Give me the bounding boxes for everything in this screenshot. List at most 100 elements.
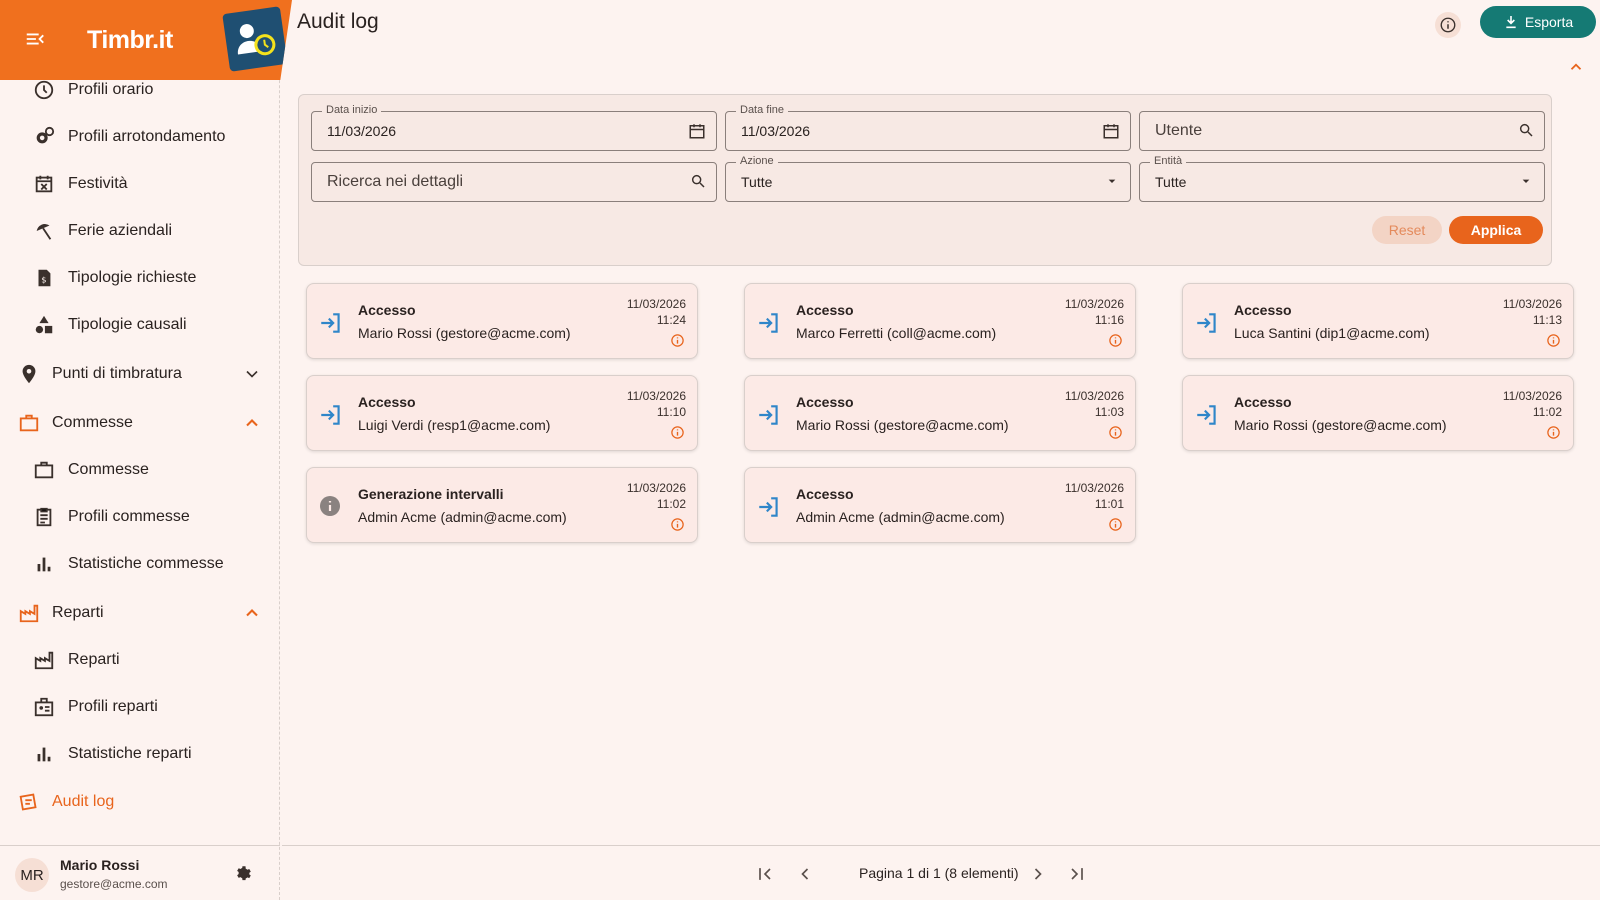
user-profile[interactable]: MR Mario Rossi gestore@acme.com <box>0 845 280 900</box>
chevron-up-icon[interactable] <box>1567 58 1585 76</box>
sidebar-item-statistiche-reparti[interactable]: Statistiche reparti <box>0 734 280 774</box>
sidebar-item-reparti-group[interactable]: Reparti <box>0 593 280 633</box>
bar-chart-icon <box>33 743 55 765</box>
audit-entry-card[interactable]: Accesso Marco Ferretti (coll@acme.com) 11/… <box>744 283 1136 359</box>
sidebar-item-label: Statistiche commesse <box>68 555 224 572</box>
first-page-icon[interactable] <box>755 864 775 884</box>
entry-date: 11/03/2026 <box>626 297 686 311</box>
sidebar-item-label: Profili reparti <box>68 698 158 715</box>
menu-collapse-icon[interactable] <box>24 28 46 50</box>
page-title: Audit log <box>297 10 379 33</box>
reset-button[interactable]: Reset <box>1372 216 1442 244</box>
avatar: MR <box>15 858 49 892</box>
login-icon <box>1194 402 1220 428</box>
sidebar-item-statistiche-commesse[interactable]: Statistiche commesse <box>0 544 280 584</box>
login-icon <box>756 402 782 428</box>
audit-entry-card[interactable]: Generazione intervalli Admin Acme (admin@… <box>306 467 698 543</box>
apply-button[interactable]: Applica <box>1449 216 1543 244</box>
entry-action: Accesso <box>358 302 416 318</box>
info-icon[interactable] <box>1546 333 1561 348</box>
last-page-icon[interactable] <box>1067 864 1087 884</box>
entry-action: Accesso <box>1234 302 1292 318</box>
sidebar-item-profili-arrotondamento[interactable]: Profili arrotondamento <box>0 117 280 157</box>
sidebar-item-festivita[interactable]: Festività <box>0 164 280 204</box>
login-icon <box>1194 310 1220 336</box>
sidebar-item-commesse[interactable]: Commesse <box>0 450 280 490</box>
info-filled-icon <box>318 494 342 518</box>
info-icon[interactable] <box>1108 425 1123 440</box>
entry-time: 11:13 <box>1532 313 1562 327</box>
factory-icon <box>33 649 55 671</box>
info-icon[interactable] <box>670 425 685 440</box>
list-doc-icon <box>33 506 55 528</box>
sidebar-item-profili-reparti[interactable]: Profili reparti <box>0 687 280 727</box>
info-icon[interactable] <box>1108 517 1123 532</box>
previous-page-icon[interactable] <box>795 864 815 884</box>
sidebar-item-punti-di-timbratura[interactable]: Punti di timbratura <box>0 354 280 394</box>
brand-header: Timbr.it <box>0 0 292 80</box>
audit-entry-card[interactable]: Accesso Mario Rossi (gestore@acme.com) 11/… <box>1182 375 1574 451</box>
audit-entry-card[interactable]: Accesso Admin Acme (admin@acme.com) 11/03/… <box>744 467 1136 543</box>
entity-select[interactable]: Entità Tutte <box>1139 155 1545 202</box>
sidebar-item-profili-commesse[interactable]: Profili commesse <box>0 497 280 537</box>
sidebar-item-commesse-group[interactable]: Commesse <box>0 403 280 443</box>
sidebar-item-ferie-aziendali[interactable]: Ferie aziendali <box>0 211 280 251</box>
entry-time: 11:02 <box>1532 405 1562 419</box>
audit-entry-card[interactable]: Accesso Mario Rossi (gestore@acme.com) 11/… <box>744 375 1136 451</box>
info-icon[interactable] <box>1108 333 1123 348</box>
chevron-up-icon[interactable] <box>242 603 262 623</box>
entry-user: Mario Rossi (gestore@acme.com) <box>796 417 1009 433</box>
gear-clock-icon <box>33 126 55 148</box>
start-date-field[interactable]: Data inizio 11/03/2026 <box>311 104 717 151</box>
user-search-placeholder: Utente <box>1155 122 1203 139</box>
sidebar-item-label: Punti di timbratura <box>52 365 182 382</box>
info-icon[interactable] <box>670 333 685 348</box>
sidebar-item-label: Commesse <box>52 414 133 431</box>
beach-icon <box>33 220 55 242</box>
download-icon <box>1506 16 1516 29</box>
details-search-placeholder: Ricerca nei dettagli <box>327 173 464 190</box>
entry-date: 11/03/2026 <box>1064 297 1124 311</box>
export-button[interactable]: Esporta <box>1480 6 1596 38</box>
end-date-field[interactable]: Data fine 11/03/2026 <box>725 104 1131 151</box>
info-icon[interactable] <box>1546 425 1561 440</box>
brand-name: Timbr.it <box>87 26 173 54</box>
calendar-icon[interactable] <box>688 122 706 140</box>
entry-user: Mario Rossi (gestore@acme.com) <box>1234 417 1447 433</box>
entry-time: 11:02 <box>656 497 686 511</box>
end-date-label: Data fine <box>736 104 789 116</box>
user-search-field[interactable]: Utente <box>1139 111 1545 151</box>
audit-entry-card[interactable]: Accesso Luigi Verdi (resp1@acme.com) 11/03… <box>306 375 698 451</box>
entry-time: 11:16 <box>1094 313 1124 327</box>
sidebar-item-reparti[interactable]: Reparti <box>0 640 280 680</box>
entity-label: Entità <box>1150 155 1187 167</box>
pagination: Pagina 1 di 1 (8 elementi) <box>282 845 1600 900</box>
audit-entry-card[interactable]: Accesso Mario Rossi (gestore@acme.com) 11/… <box>306 283 698 359</box>
next-page-icon[interactable] <box>1028 864 1048 884</box>
details-search-field[interactable]: Ricerca nei dettagli <box>311 162 717 202</box>
action-select[interactable]: Azione Tutte <box>725 155 1131 202</box>
chevron-down-icon[interactable] <box>242 364 262 384</box>
login-icon <box>756 310 782 336</box>
sidebar-item-profili-orario[interactable]: Profili orario <box>0 70 280 110</box>
user-email: gestore@acme.com <box>60 877 168 891</box>
chevron-up-icon[interactable] <box>242 413 262 433</box>
end-date-value: 11/03/2026 <box>741 123 811 139</box>
main-content: Audit log Esporta Data inizio 11/03/2026… <box>282 0 1600 900</box>
factory-icon <box>18 602 40 624</box>
sidebar-item-tipologie-causali[interactable]: Tipologie causali <box>0 305 280 345</box>
bar-chart-icon <box>33 553 55 575</box>
audit-entry-card[interactable]: Accesso Luca Santini (dip1@acme.com) 11/03… <box>1182 283 1574 359</box>
info-icon[interactable] <box>1435 12 1461 38</box>
sidebar-item-label: Audit log <box>52 793 115 810</box>
sidebar-item-tipologie-richieste[interactable]: $ Tipologie richieste <box>0 258 280 298</box>
sidebar: Timbr.it Profili orario Profili arrotond… <box>0 0 292 900</box>
entry-date: 11/03/2026 <box>626 389 686 403</box>
entry-date: 11/03/2026 <box>1502 297 1562 311</box>
entry-user: Luca Santini (dip1@acme.com) <box>1234 325 1430 341</box>
info-icon[interactable] <box>670 517 685 532</box>
calendar-icon[interactable] <box>1102 122 1120 140</box>
gear-icon[interactable] <box>234 864 254 884</box>
sidebar-item-audit-log[interactable]: Audit log <box>0 782 280 822</box>
sidebar-item-label: Statistiche reparti <box>68 745 192 762</box>
